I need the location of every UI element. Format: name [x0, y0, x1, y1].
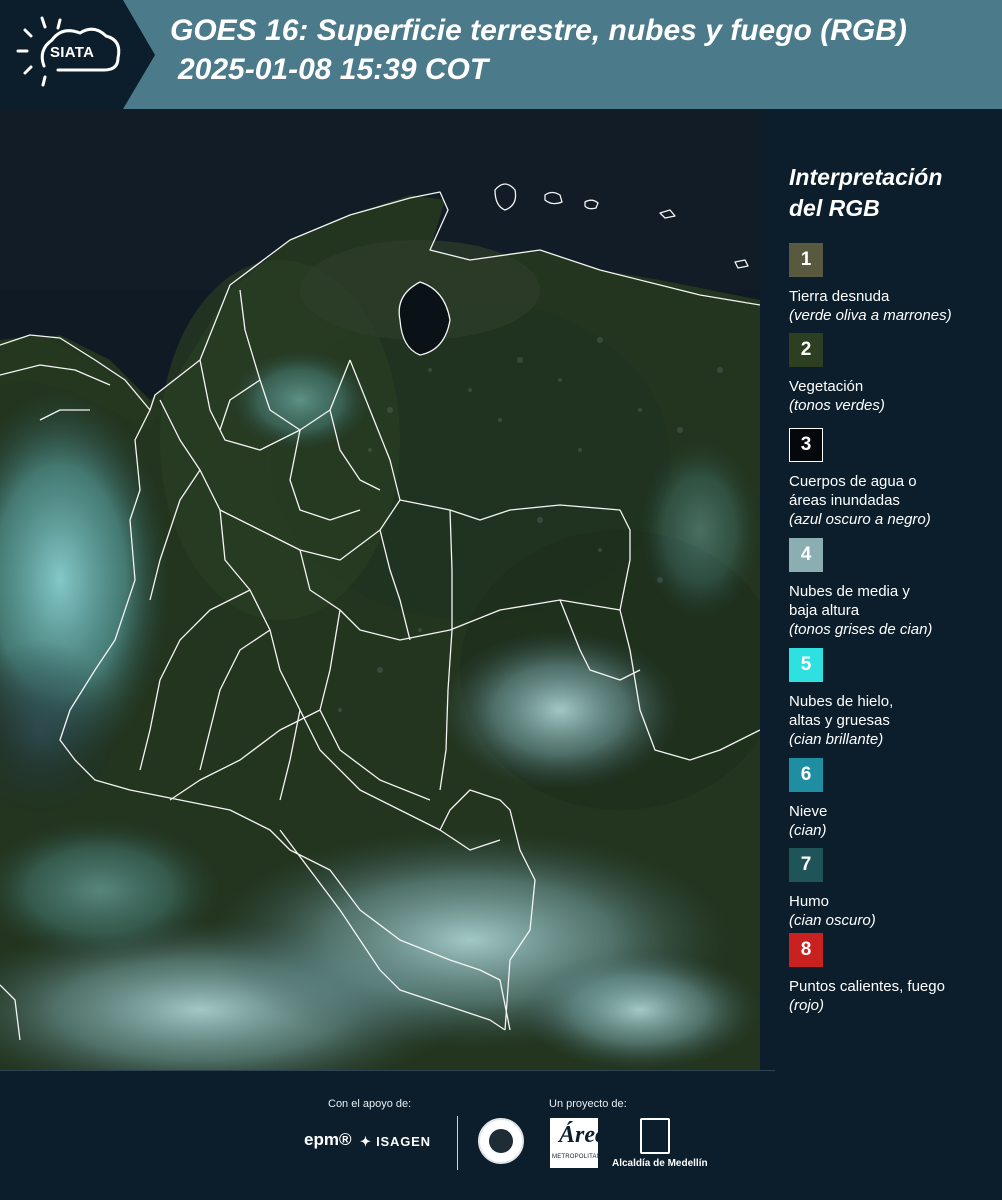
legend-swatch: 3 [789, 428, 823, 462]
legend-item-desc: (tonos grises de cian) [789, 621, 933, 638]
legend-item-label-line: Cuerpos de agua o [789, 473, 917, 490]
project-label: Un proyecto de: [549, 1098, 627, 1110]
alcaldia-logo-text: Alcaldía de Medellín [612, 1158, 708, 1169]
legend-item-desc: (azul oscuro a negro) [789, 511, 931, 528]
legend-item-5: 5 Nubes de hielo, altas y gruesas (cian bri… [789, 648, 999, 749]
university-seal-logo [478, 1118, 524, 1164]
legend-item-label: Nubes de hielo, altas y gruesas [789, 692, 999, 730]
legend-item-2: 2 Vegetación (tonos verdes) [789, 333, 999, 415]
legend-swatch: 7 [789, 848, 823, 882]
legend-item-1: 1 Tierra desnuda (verde oliva a marrones) [789, 243, 999, 325]
legend-title-line1: Interpretación [789, 164, 943, 190]
isagen-mark-icon: ✦ [360, 1134, 372, 1149]
legend-item-label-line: Nubes de media y [789, 583, 910, 600]
legend-swatch: 1 [789, 243, 823, 277]
epm-logo: epm® [304, 1130, 352, 1149]
legend-swatch: 8 [789, 933, 823, 967]
legend-item-label: Tierra desnuda [789, 287, 999, 306]
legend-item-label: Puntos calientes, fuego [789, 977, 999, 996]
legend-item-7: 7 Humo (cian oscuro) [789, 848, 999, 930]
legend-item-3: 3 Cuerpos de agua o áreas inundadas (azul o… [789, 428, 999, 529]
siata-logo: SIATA [0, 0, 155, 109]
footer: Con el apoyo de: Un proyecto de: epm® ✦ … [0, 1070, 1002, 1200]
isagen-logo: ✦ ISAGEN [360, 1134, 431, 1150]
support-label: Con el apoyo de: [328, 1098, 412, 1110]
legend-item-label-line: Vegetación [789, 378, 864, 395]
legend-item-desc: (cian oscuro) [789, 912, 876, 929]
legend-title: Interpretación del RGB [789, 162, 989, 224]
footer-divider [0, 1070, 775, 1071]
legend-item-desc: (cian brillante) [789, 731, 884, 748]
legend-item-desc: (tonos verdes) [789, 397, 885, 414]
area-logo-text: Área [559, 1122, 607, 1148]
satellite-image [0, 110, 760, 1070]
legend-swatch: 5 [789, 648, 823, 682]
legend-item-label-line: Nubes de hielo, [789, 693, 894, 710]
legend-item-6: 6 Nieve (cian) [789, 758, 999, 840]
legend-item-label-line: altas y gruesas [789, 712, 890, 729]
legend-item-desc: (rojo) [789, 997, 825, 1014]
satellite-map [0, 110, 760, 1070]
legend-swatch: 6 [789, 758, 823, 792]
legend-item-label-line: Puntos calientes, fuego [789, 978, 945, 995]
area-metropolitana-logo: Área METROPOLITANA [550, 1118, 607, 1168]
legend-panel: Interpretación del RGB 1 Tierra desnuda (v… [760, 110, 1002, 1070]
legend-item-desc: (cian) [789, 822, 827, 839]
legend-item-label: Nieve [789, 802, 999, 821]
header-bar: SIATA GOES 16: Superficie terrestre, nub… [0, 0, 1002, 109]
legend-swatch: 4 [789, 538, 823, 572]
legend-item-label-line: baja altura [789, 602, 860, 619]
isagen-logo-text: ISAGEN [376, 1134, 431, 1149]
legend-item-label: Cuerpos de agua o áreas inundadas [789, 472, 999, 510]
legend-item-label-line: áreas inundadas [789, 492, 900, 509]
legend-item-label-line: Nieve [789, 803, 828, 820]
logo-text: SIATA [50, 44, 95, 61]
legend-item-label-line: Humo [789, 893, 830, 910]
alcaldia-shield-icon [640, 1118, 670, 1154]
footer-separator [457, 1116, 458, 1170]
legend-item-label: Nubes de media y baja altura [789, 582, 999, 620]
seal-emblem-icon [489, 1129, 513, 1153]
legend-item-label: Vegetación [789, 377, 999, 396]
legend-item-label-line: Tierra desnuda [789, 288, 890, 305]
legend-title-line2: del RGB [789, 195, 880, 221]
legend-item-4: 4 Nubes de media y baja altura (tonos grise… [789, 538, 999, 639]
area-logo-subtext: METROPOLITANA [552, 1154, 606, 1160]
legend-item-label: Humo [789, 892, 999, 911]
legend-swatch: 2 [789, 333, 823, 367]
legend-item-desc: (verde oliva a marrones) [789, 307, 952, 324]
page-title: GOES 16: Superficie terrestre, nubes y f… [170, 14, 907, 47]
legend-item-8: 8 Puntos calientes, fuego (rojo) [789, 933, 999, 1015]
page-timestamp: 2025-01-08 15:39 COT [178, 53, 489, 86]
